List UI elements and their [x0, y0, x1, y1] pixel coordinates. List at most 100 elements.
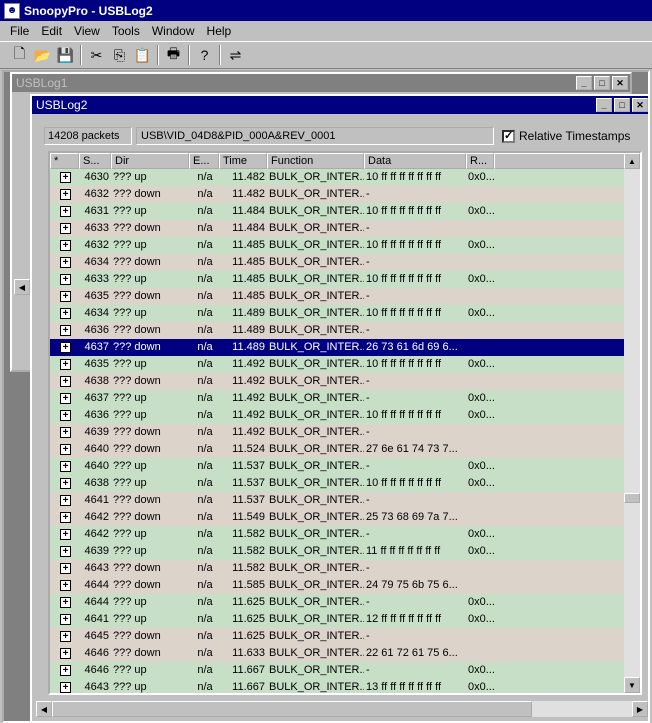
expand-icon[interactable]: +	[50, 220, 79, 237]
col-header-result[interactable]: R...	[466, 153, 494, 169]
expand-icon[interactable]: +	[50, 322, 79, 339]
expand-icon[interactable]: +	[50, 509, 79, 526]
plus-icon[interactable]: +	[60, 682, 71, 693]
plus-icon[interactable]: +	[60, 376, 71, 387]
packet-grid[interactable]: * S... Dir E... Time Function Data R... …	[48, 151, 642, 695]
scroll-up-button[interactable]: ▲	[624, 153, 640, 169]
table-row[interactable]: +4635 ??? down n/a 11.485 BULK_OR_INTER... -	[50, 288, 640, 305]
relative-timestamps-toggle[interactable]: ✓ Relative Timestamps	[502, 129, 630, 143]
close-button[interactable]: ✕	[632, 98, 648, 112]
expand-icon[interactable]: +	[50, 390, 79, 407]
expand-icon[interactable]: +	[50, 407, 79, 424]
plus-icon[interactable]: +	[60, 580, 71, 591]
plus-icon[interactable]: +	[60, 223, 71, 234]
expand-icon[interactable]: +	[50, 271, 79, 288]
minimize-button[interactable]: _	[576, 76, 592, 90]
plus-icon[interactable]: +	[60, 393, 71, 404]
plus-icon[interactable]: +	[60, 495, 71, 506]
close-button[interactable]: ✕	[612, 76, 628, 90]
usblog1-titlebar[interactable]: USBLog1 _ □ ✕	[12, 74, 630, 92]
menu-window[interactable]: Window	[146, 24, 201, 38]
horizontal-scrollbar[interactable]: ◀ ▶	[36, 701, 648, 717]
col-header-endpoint[interactable]: E...	[189, 153, 219, 169]
copy-icon[interactable]: ⎘	[108, 44, 131, 66]
plus-icon[interactable]: +	[60, 274, 71, 285]
table-row[interactable]: +4642 ??? up n/a 11.582 BULK_OR_INTER... - 0x0…	[50, 526, 640, 543]
paste-icon[interactable]: 📋	[131, 44, 154, 66]
vertical-scrollbar[interactable]: ▲ ▼	[624, 153, 640, 693]
plus-icon[interactable]: +	[60, 665, 71, 676]
scroll-down-button[interactable]: ▼	[624, 677, 640, 693]
save-icon[interactable]: 💾	[54, 44, 77, 66]
maximize-button[interactable]: □	[614, 98, 630, 112]
expand-icon[interactable]: +	[50, 441, 79, 458]
table-row[interactable]: +4637 ??? up n/a 11.492 BULK_OR_INTER... - 0x0…	[50, 390, 640, 407]
usblog2-window[interactable]: USBLog2 _ □ ✕ 14208 packets USB\VID_04D8…	[30, 94, 648, 721]
menu-tools[interactable]: Tools	[106, 24, 146, 38]
expand-icon[interactable]: +	[50, 662, 79, 679]
table-row[interactable]: +4646 ??? up n/a 11.667 BULK_OR_INTER... - 0x0…	[50, 662, 640, 679]
snoopy-app-icon[interactable]: ☻	[4, 2, 20, 19]
menu-help[interactable]: Help	[201, 24, 238, 38]
table-row[interactable]: +4645 ??? down n/a 11.625 BULK_OR_INTER... -	[50, 628, 640, 645]
plus-icon[interactable]: +	[60, 172, 71, 183]
expand-icon[interactable]: +	[50, 594, 79, 611]
maximize-button[interactable]: □	[594, 76, 610, 90]
col-header-dir[interactable]: Dir	[111, 153, 189, 169]
table-row[interactable]: +4641 ??? up n/a 11.625 BULK_OR_INTER... 12 f…	[50, 611, 640, 628]
plus-icon[interactable]: +	[60, 648, 71, 659]
plus-icon[interactable]: +	[60, 359, 71, 370]
scroll-left-button[interactable]: ◀	[14, 279, 30, 295]
plus-icon[interactable]: +	[60, 631, 71, 642]
plus-icon[interactable]: +	[60, 206, 71, 217]
table-row[interactable]: +4644 ??? up n/a 11.625 BULK_OR_INTER... - 0x0…	[50, 594, 640, 611]
table-row[interactable]: +4641 ??? down n/a 11.537 BULK_OR_INTER... -	[50, 492, 640, 509]
plus-icon[interactable]: +	[60, 189, 71, 200]
menu-edit[interactable]: Edit	[35, 24, 68, 38]
plus-icon[interactable]: +	[60, 291, 71, 302]
table-row[interactable]: +4631 ??? up n/a 11.484 BULK_OR_INTER... 10 f…	[50, 203, 640, 220]
expand-icon[interactable]: +	[50, 237, 79, 254]
expand-icon[interactable]: +	[50, 458, 79, 475]
plus-icon[interactable]: +	[60, 563, 71, 574]
expand-icon[interactable]: +	[50, 577, 79, 594]
table-row[interactable]: +4644 ??? down n/a 11.585 BULK_OR_INTER... 24…	[50, 577, 640, 594]
plus-icon[interactable]: +	[60, 257, 71, 268]
expand-icon[interactable]: +	[50, 611, 79, 628]
table-row[interactable]: +4638 ??? up n/a 11.537 BULK_OR_INTER... 10 f…	[50, 475, 640, 492]
plus-icon[interactable]: +	[60, 342, 71, 353]
expand-icon[interactable]: +	[50, 254, 79, 271]
expand-icon[interactable]: +	[50, 475, 79, 492]
plus-icon[interactable]: +	[60, 427, 71, 438]
table-row[interactable]: +4642 ??? down n/a 11.549 BULK_OR_INTER... 25…	[50, 509, 640, 526]
plus-icon[interactable]: +	[60, 546, 71, 557]
table-row[interactable]: +4634 ??? down n/a 11.485 BULK_OR_INTER... -	[50, 254, 640, 271]
expand-icon[interactable]: +	[50, 543, 79, 560]
expand-icon[interactable]: +	[50, 203, 79, 220]
usblog2-titlebar[interactable]: USBLog2 _ □ ✕	[32, 96, 648, 114]
col-header-expand[interactable]: *	[50, 153, 79, 169]
table-row[interactable]: +4640 ??? down n/a 11.524 BULK_OR_INTER... 27…	[50, 441, 640, 458]
relative-timestamps-checkbox[interactable]: ✓	[502, 129, 515, 143]
open-icon[interactable]: 📂	[31, 44, 54, 66]
table-row[interactable]: +4643 ??? down n/a 11.582 BULK_OR_INTER... -	[50, 560, 640, 577]
expand-icon[interactable]: +	[50, 560, 79, 577]
table-row[interactable]: +4639 ??? down n/a 11.492 BULK_OR_INTER... -	[50, 424, 640, 441]
table-row[interactable]: +4636 ??? down n/a 11.489 BULK_OR_INTER... -	[50, 322, 640, 339]
menu-file[interactable]: File	[4, 24, 35, 38]
plus-icon[interactable]: +	[60, 512, 71, 523]
table-row[interactable]: +4633 ??? down n/a 11.484 BULK_OR_INTER... -	[50, 220, 640, 237]
expand-icon[interactable]: +	[50, 645, 79, 662]
col-header-data[interactable]: Data	[364, 153, 466, 169]
plus-icon[interactable]: +	[60, 478, 71, 489]
scroll-right-button[interactable]: ▶	[632, 701, 648, 717]
plus-icon[interactable]: +	[60, 444, 71, 455]
help-icon[interactable]: ?	[193, 44, 216, 66]
plus-icon[interactable]: +	[60, 529, 71, 540]
table-row[interactable]: +4637 ??? down n/a 11.489 BULK_OR_INTER... 26…	[50, 339, 640, 356]
minimize-button[interactable]: _	[596, 98, 612, 112]
table-row[interactable]: +4635 ??? up n/a 11.492 BULK_OR_INTER... 10 f…	[50, 356, 640, 373]
plus-icon[interactable]: +	[60, 614, 71, 625]
usb-icon[interactable]: ⇌	[224, 44, 247, 66]
expand-icon[interactable]: +	[50, 339, 79, 356]
